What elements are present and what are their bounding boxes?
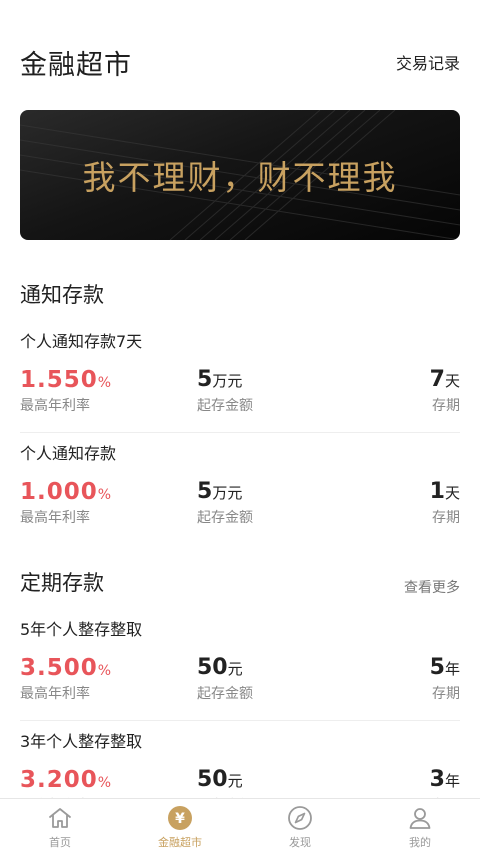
tab-mine[interactable]: 我的 [360, 799, 480, 854]
promo-banner[interactable]: 我不理财，财不理我 [20, 110, 460, 240]
term-label: 存期 [432, 510, 460, 526]
header: 金融超市 交易记录 [20, 40, 460, 84]
banner-slogan: 我不理财，财不理我 [82, 158, 398, 197]
home-icon [47, 805, 73, 831]
amount-label: 起存金额 [197, 398, 253, 414]
rate-metric: 3.500% 最高年利率 [20, 655, 111, 703]
term-value: 7 [429, 367, 445, 392]
rate-unit: % [97, 375, 112, 391]
rate-label: 最高年利率 [20, 510, 90, 526]
amount-unit: 万元 [212, 372, 243, 390]
rate-value: 3.200 [20, 767, 98, 793]
tab-discover[interactable]: 发现 [240, 799, 360, 854]
tab-home[interactable]: 首页 [0, 799, 120, 854]
compass-icon [287, 805, 313, 831]
term-unit: 天 [444, 484, 460, 502]
divider [20, 432, 460, 433]
amount-metric: 50元 起存金额 [197, 655, 253, 703]
amount-label: 起存金额 [197, 510, 253, 526]
rate-unit: % [97, 775, 112, 791]
transaction-records-link[interactable]: 交易记录 [396, 50, 460, 74]
rate-metric: 1.550% 最高年利率 [20, 367, 111, 415]
term-metric: 5年 存期 [430, 655, 460, 703]
rate-unit: % [97, 663, 112, 679]
view-more-link[interactable]: 查看更多 [404, 577, 460, 597]
rate-label: 最高年利率 [20, 398, 90, 414]
rate-value: 1.000 [20, 479, 98, 505]
term-label: 存期 [432, 686, 460, 702]
bottom-tab-bar: 首页 ¥ 金融超市 发现 我的 [0, 798, 480, 854]
amount-value: 5 [197, 367, 213, 392]
term-unit: 年 [444, 772, 460, 790]
product-name: 3年个人整存整取 [20, 732, 143, 751]
product-card[interactable]: 个人通知存款 1.000% 最高年利率 5万元 起存金额 1天 存期 [20, 443, 460, 527]
product-name: 5年个人整存整取 [20, 620, 143, 639]
product-card[interactable]: 5年个人整存整取 3.500% 最高年利率 50元 起存金额 5年 存期 [20, 619, 460, 703]
section-title-notice-deposit: 通知存款 [20, 283, 104, 307]
term-metric: 1天 存期 [430, 479, 460, 527]
tab-label: 首页 [49, 836, 71, 849]
amount-metric: 5万元 起存金额 [197, 479, 253, 527]
divider [20, 720, 460, 721]
rate-unit: % [97, 487, 112, 503]
svg-text:¥: ¥ [175, 811, 185, 827]
amount-value: 50 [197, 655, 228, 680]
rate-metric: 1.000% 最高年利率 [20, 479, 111, 527]
product-name: 个人通知存款7天 [20, 332, 143, 351]
term-value: 3 [429, 767, 445, 792]
amount-value: 5 [197, 479, 213, 504]
term-unit: 年 [444, 660, 460, 678]
rate-label: 最高年利率 [20, 686, 90, 702]
term-label: 存期 [432, 398, 460, 414]
amount-metric: 5万元 起存金额 [197, 367, 253, 415]
tab-label: 我的 [409, 836, 431, 849]
user-icon [407, 805, 433, 831]
tab-label: 金融超市 [158, 836, 202, 849]
tab-finance-market[interactable]: ¥ 金融超市 [120, 799, 240, 854]
term-metric: 7天 存期 [430, 367, 460, 415]
product-name: 个人通知存款 [20, 444, 117, 463]
term-unit: 天 [444, 372, 460, 390]
term-value: 5 [429, 655, 445, 680]
amount-value: 50 [197, 767, 228, 792]
product-card[interactable]: 个人通知存款7天 1.550% 最高年利率 5万元 起存金额 7天 存期 [20, 331, 460, 415]
term-value: 1 [429, 479, 445, 504]
yen-coin-icon: ¥ [167, 805, 193, 831]
amount-label: 起存金额 [197, 686, 253, 702]
rate-value: 1.550 [20, 367, 98, 393]
amount-unit: 万元 [212, 484, 243, 502]
amount-unit: 元 [227, 772, 243, 790]
amount-unit: 元 [227, 660, 243, 678]
rate-value: 3.500 [20, 655, 98, 681]
section-title-fixed-deposit: 定期存款 [20, 571, 104, 595]
tab-label: 发现 [289, 836, 311, 849]
page-title: 金融超市 [20, 49, 132, 81]
